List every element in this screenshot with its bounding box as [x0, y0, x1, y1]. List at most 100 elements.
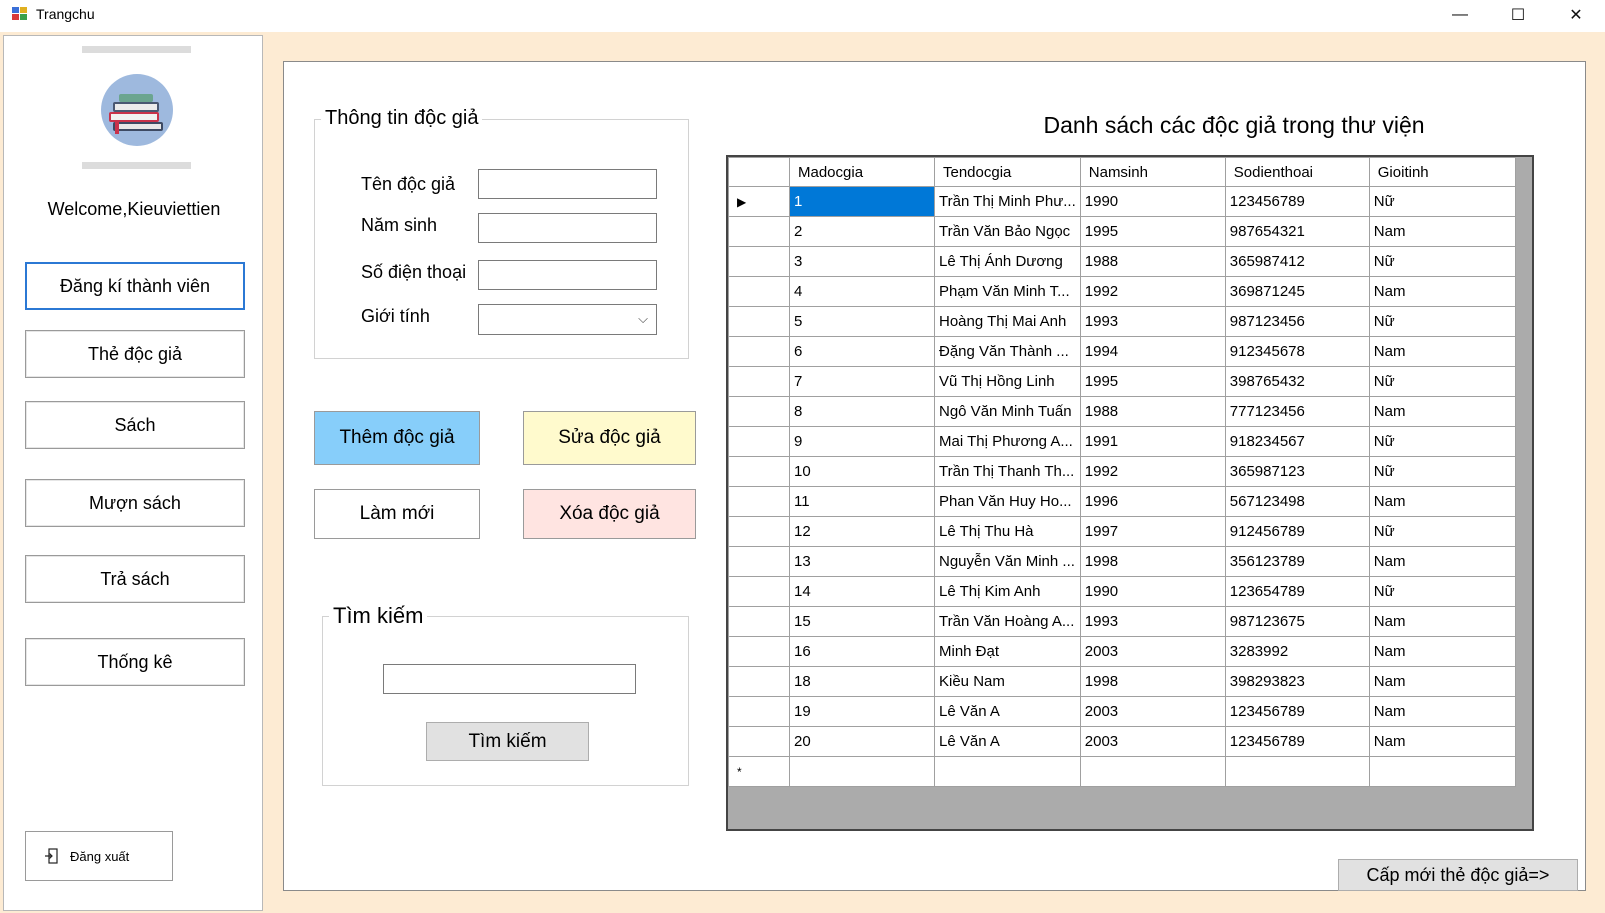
table-row[interactable]: 11 Phan Văn Huy Ho... 1996 567123498 Nam — [728, 486, 1516, 517]
table-cell[interactable]: Nam — [1368, 726, 1516, 757]
row-header[interactable] — [728, 726, 790, 757]
table-cell[interactable]: 398293823 — [1224, 666, 1370, 697]
table-cell[interactable] — [1368, 756, 1516, 787]
table-cell[interactable]: Phạm Văn Minh T... — [934, 276, 1081, 307]
birth-year-input[interactable] — [478, 213, 657, 243]
table-cell[interactable]: Nữ — [1368, 456, 1516, 487]
edit-reader-button[interactable]: Sửa độc giả — [523, 411, 696, 465]
row-header[interactable] — [728, 576, 790, 607]
table-cell[interactable]: Đặng Văn Thành ... — [934, 336, 1081, 367]
table-row[interactable]: 19 Lê Văn A 2003 123456789 Nam — [728, 696, 1516, 727]
table-cell[interactable]: Lê Văn A — [934, 726, 1081, 757]
delete-reader-button[interactable]: Xóa độc giả — [523, 489, 696, 539]
row-header[interactable] — [728, 366, 790, 397]
table-cell[interactable]: 5 — [789, 306, 935, 337]
table-cell[interactable]: Nam — [1368, 276, 1516, 307]
table-cell[interactable]: 20 — [789, 726, 935, 757]
table-cell[interactable]: Hoàng Thị Mai Anh — [934, 306, 1081, 337]
table-cell[interactable]: 1988 — [1079, 246, 1226, 277]
table-row[interactable]: 20 Lê Văn A 2003 123456789 Nam — [728, 726, 1516, 757]
table-cell[interactable]: Nữ — [1368, 246, 1516, 277]
table-row[interactable]: 2 Trần Văn Bảo Ngọc 1995 987654321 Nam — [728, 216, 1516, 247]
table-cell[interactable]: 12 — [789, 516, 935, 547]
logout-button[interactable]: Đăng xuất — [25, 831, 173, 881]
table-cell[interactable]: Lê Thị Thu Hà — [934, 516, 1081, 547]
table-row[interactable]: 8 Ngô Văn Minh Tuấn 1988 777123456 Nam — [728, 396, 1516, 427]
table-cell[interactable]: 918234567 — [1224, 426, 1370, 457]
table-cell[interactable]: 987123456 — [1224, 306, 1370, 337]
table-cell[interactable]: Phan Văn Huy Ho... — [934, 486, 1081, 517]
table-cell[interactable]: Lê Thị Kim Anh — [934, 576, 1081, 607]
table-cell[interactable]: 1995 — [1079, 216, 1226, 247]
row-header[interactable] — [728, 666, 790, 697]
row-header[interactable] — [728, 456, 790, 487]
row-header[interactable] — [728, 606, 790, 637]
table-row[interactable]: ▶ 1 Trần Thị Minh Phư... 1990 123456789 Nữ — [728, 186, 1516, 217]
table-cell[interactable]: 9 — [789, 426, 935, 457]
table-cell[interactable]: 1996 — [1079, 486, 1226, 517]
table-row[interactable]: 7 Vũ Thị Hồng Linh 1995 398765432 Nữ — [728, 366, 1516, 397]
table-cell[interactable]: Nữ — [1368, 516, 1516, 547]
row-header[interactable] — [728, 516, 790, 547]
table-cell[interactable]: 567123498 — [1224, 486, 1370, 517]
table-cell[interactable]: 16 — [789, 636, 935, 667]
table-cell[interactable]: Lê Văn A — [934, 696, 1081, 727]
table-cell[interactable]: Trần Thị Thanh Th... — [934, 456, 1081, 487]
table-cell[interactable]: Lê Thị Ánh Dương — [934, 246, 1081, 277]
table-cell[interactable] — [934, 756, 1081, 787]
table-cell[interactable]: 13 — [789, 546, 935, 577]
table-row[interactable]: 4 Phạm Văn Minh T... 1992 369871245 Nam — [728, 276, 1516, 307]
table-cell[interactable]: 123654789 — [1224, 576, 1370, 607]
readers-grid[interactable]: Madocgia Tendocgia Namsinh Sodienthoai G… — [726, 155, 1534, 831]
table-cell[interactable]: 1998 — [1079, 546, 1226, 577]
table-cell[interactable]: Nam — [1368, 216, 1516, 247]
table-cell[interactable]: Trần Thị Minh Phư... — [934, 186, 1081, 217]
row-header[interactable] — [728, 216, 790, 247]
row-header[interactable] — [728, 306, 790, 337]
table-cell[interactable]: 1991 — [1079, 426, 1226, 457]
return-books-button[interactable]: Trả sách — [25, 555, 245, 603]
name-input[interactable] — [478, 169, 657, 199]
table-cell[interactable]: 1992 — [1079, 276, 1226, 307]
table-cell[interactable]: 987123675 — [1224, 606, 1370, 637]
table-row[interactable]: 3 Lê Thị Ánh Dương 1988 365987412 Nữ — [728, 246, 1516, 277]
row-header[interactable] — [728, 696, 790, 727]
table-cell[interactable]: 912345678 — [1224, 336, 1370, 367]
table-cell[interactable]: 356123789 — [1224, 546, 1370, 577]
table-row[interactable]: 14 Lê Thị Kim Anh 1990 123654789 Nữ — [728, 576, 1516, 607]
table-cell[interactable]: 19 — [789, 696, 935, 727]
row-header[interactable] — [728, 546, 790, 577]
close-button[interactable]: ✕ — [1553, 0, 1599, 30]
table-cell[interactable]: 1 — [789, 186, 935, 217]
table-cell[interactable]: 1994 — [1079, 336, 1226, 367]
table-row[interactable]: 6 Đặng Văn Thành ... 1994 912345678 Nam — [728, 336, 1516, 367]
table-cell[interactable]: 4 — [789, 276, 935, 307]
add-reader-button[interactable]: Thêm độc giả — [314, 411, 480, 465]
table-cell[interactable]: Trần Văn Bảo Ngọc — [934, 216, 1081, 247]
table-cell[interactable]: Minh Đạt — [934, 636, 1081, 667]
table-cell[interactable]: Nam — [1368, 396, 1516, 427]
table-cell[interactable]: 365987412 — [1224, 246, 1370, 277]
table-cell[interactable]: 2003 — [1079, 696, 1226, 727]
search-input[interactable] — [383, 664, 636, 694]
table-cell[interactable] — [789, 756, 935, 787]
table-cell[interactable]: Nam — [1368, 696, 1516, 727]
search-button[interactable]: Tìm kiếm — [426, 722, 589, 761]
table-row[interactable]: 10 Trần Thị Thanh Th... 1992 365987123 Nữ — [728, 456, 1516, 487]
table-cell[interactable]: 14 — [789, 576, 935, 607]
new-row[interactable]: * — [728, 756, 1516, 787]
table-cell[interactable]: 2 — [789, 216, 935, 247]
table-row[interactable]: 18 Kiều Nam 1998 398293823 Nam — [728, 666, 1516, 697]
column-header[interactable]: Gioitinh — [1368, 157, 1516, 187]
table-cell[interactable]: Nam — [1368, 666, 1516, 697]
row-header[interactable] — [728, 636, 790, 667]
table-cell[interactable]: 777123456 — [1224, 396, 1370, 427]
table-cell[interactable]: 365987123 — [1224, 456, 1370, 487]
table-cell[interactable]: 8 — [789, 396, 935, 427]
minimize-button[interactable]: — — [1437, 0, 1483, 30]
table-cell[interactable]: Nữ — [1368, 426, 1516, 457]
table-cell[interactable]: Nam — [1368, 336, 1516, 367]
table-cell[interactable]: Nguyễn Văn Minh ... — [934, 546, 1081, 577]
table-cell[interactable]: 1990 — [1079, 186, 1226, 217]
table-cell[interactable]: 2003 — [1079, 726, 1226, 757]
